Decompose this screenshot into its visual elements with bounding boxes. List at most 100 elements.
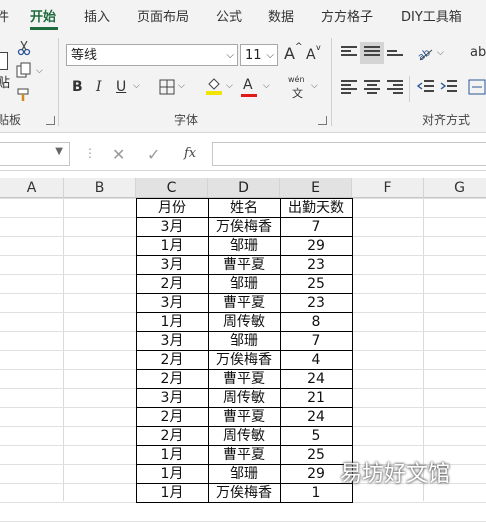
table-cell[interactable]: 8 [280,313,352,332]
table-cell[interactable]: 25 [280,275,352,294]
wrap-text-button[interactable]: ab [470,45,486,60]
paste-icon[interactable] [0,52,8,70]
table-cell[interactable]: 邹珊 [208,332,280,351]
table-cell[interactable]: 周传敏 [208,389,280,408]
column-header-d[interactable]: D [208,178,280,198]
table-cell[interactable]: 邹珊 [208,237,280,256]
tab-fangfang[interactable]: 方方格子 [321,6,373,25]
borders-icon[interactable] [159,79,175,95]
tab-insert[interactable]: 插入 [84,6,110,25]
table-cell[interactable]: 24 [280,408,352,427]
table-cell[interactable]: 曹平夏 [208,256,280,275]
table-cell[interactable]: 1月 [136,465,208,484]
table-cell[interactable]: 2月 [136,408,208,427]
table-cell[interactable]: 曹平夏 [208,294,280,313]
copy-dropdown-icon[interactable]: ⌵ [36,66,43,76]
table-cell[interactable]: 万俟梅香 [208,484,280,503]
table-cell[interactable]: 万俟梅香 [208,351,280,370]
merge-center-icon[interactable] [468,79,486,95]
table-cell[interactable]: 周传敏 [208,427,280,446]
copy-icon[interactable] [16,62,32,78]
table-cell[interactable]: 3月 [136,389,208,408]
table-cell[interactable]: 曹平夏 [208,370,280,389]
table-header-cell[interactable]: 月份 [136,199,208,218]
grow-font-button[interactable]: A [284,44,295,64]
column-header-a[interactable]: A [0,178,64,198]
font-launcher-icon[interactable] [318,116,327,125]
table-cell[interactable]: 1月 [136,484,208,503]
phonetic-dropdown-icon[interactable]: ⌵ [311,81,318,91]
align-top-icon[interactable] [341,46,357,60]
table-cell[interactable]: 7 [280,218,352,237]
tab-formulas[interactable]: 公式 [216,6,242,25]
table-cell[interactable]: 2月 [136,427,208,446]
align-left-icon[interactable] [341,80,357,94]
phonetic-bottom-label[interactable]: 文 [292,85,303,101]
table-cell[interactable]: 2月 [136,275,208,294]
paste-label[interactable]: 贴 [0,72,10,91]
underline-dropdown-icon[interactable]: ⌵ [133,81,140,91]
table-header-cell[interactable]: 出勤天数 [280,199,352,218]
table-cell[interactable]: 3月 [136,332,208,351]
table-cell[interactable]: 2月 [136,370,208,389]
table-cell[interactable]: 周传敏 [208,313,280,332]
borders-dropdown-icon[interactable]: ⌵ [178,81,185,91]
column-header-b[interactable]: B [64,178,136,198]
table-cell[interactable]: 3月 [136,218,208,237]
table-cell[interactable]: 29 [280,237,352,256]
table-cell[interactable]: 4 [280,351,352,370]
table-cell[interactable]: 1月 [136,313,208,332]
orientation-dropdown-icon[interactable]: ⌵ [437,48,444,58]
table-cell[interactable]: 邹珊 [208,275,280,294]
table-cell[interactable]: 23 [280,256,352,275]
name-box[interactable]: ▼ [0,142,70,166]
decrease-indent-icon[interactable] [417,79,435,95]
table-cell[interactable]: 曹平夏 [208,408,280,427]
chevron-down-icon[interactable]: ▼ [55,146,63,157]
bold-button[interactable]: B [72,77,83,97]
formula-bar-grip-icon[interactable]: ⋮ [84,146,96,160]
font-color-dropdown-icon[interactable]: ⌵ [263,81,270,91]
tab-data[interactable]: 数据 [268,6,294,25]
increase-indent-icon[interactable] [440,79,458,95]
table-cell[interactable]: 21 [280,389,352,408]
spreadsheet-grid[interactable]: A B C D E F G 月份 姓名 出勤天数 3月 万俟梅香 7 1月 邹珊 29 3月 曹平夏… [0,178,486,522]
table-cell[interactable]: 3月 [136,294,208,313]
table-cell[interactable]: 24 [280,370,352,389]
table-cell[interactable]: 邹珊 [208,465,280,484]
italic-button[interactable]: I [96,77,102,97]
align-right-icon[interactable] [387,80,403,94]
table-cell[interactable]: 万俟梅香 [208,218,280,237]
cancel-formula-button[interactable]: ✕ [112,145,125,164]
table-cell[interactable]: 曹平夏 [208,446,280,465]
fill-color-icon[interactable] [205,76,223,96]
cut-icon[interactable] [17,40,31,56]
phonetic-top-label[interactable]: wén [288,75,305,84]
shrink-font-button[interactable]: A [306,45,316,65]
orientation-icon[interactable]: ab [416,44,434,62]
fill-color-dropdown-icon[interactable]: ⌵ [226,81,233,91]
tab-file[interactable]: 件 [0,6,9,25]
tab-home[interactable]: 开始 [30,6,56,25]
table-cell[interactable]: 5 [280,427,352,446]
table-cell[interactable]: 1月 [136,237,208,256]
formula-input[interactable] [212,142,486,166]
column-header-f[interactable]: F [352,178,424,198]
table-cell[interactable]: 1月 [136,446,208,465]
table-cell[interactable]: 2月 [136,351,208,370]
tab-diy-toolbox[interactable]: DIY工具箱 [401,6,462,25]
align-center-icon[interactable] [364,80,380,94]
align-middle-icon[interactable] [364,46,380,60]
table-header-cell[interactable]: 姓名 [208,199,280,218]
format-painter-icon[interactable] [16,87,32,103]
insert-function-button[interactable]: fx [184,146,196,161]
clipboard-launcher-icon[interactable] [46,116,55,125]
font-name-select[interactable]: 等线 ⌵ [66,44,238,66]
table-cell[interactable]: 23 [280,294,352,313]
font-color-button[interactable]: A [243,75,253,95]
underline-button[interactable]: U [116,77,126,97]
font-size-select[interactable]: 11 ⌵ [240,44,278,66]
table-cell[interactable]: 7 [280,332,352,351]
confirm-formula-button[interactable]: ✓ [147,145,160,164]
column-header-c[interactable]: C [136,178,208,198]
